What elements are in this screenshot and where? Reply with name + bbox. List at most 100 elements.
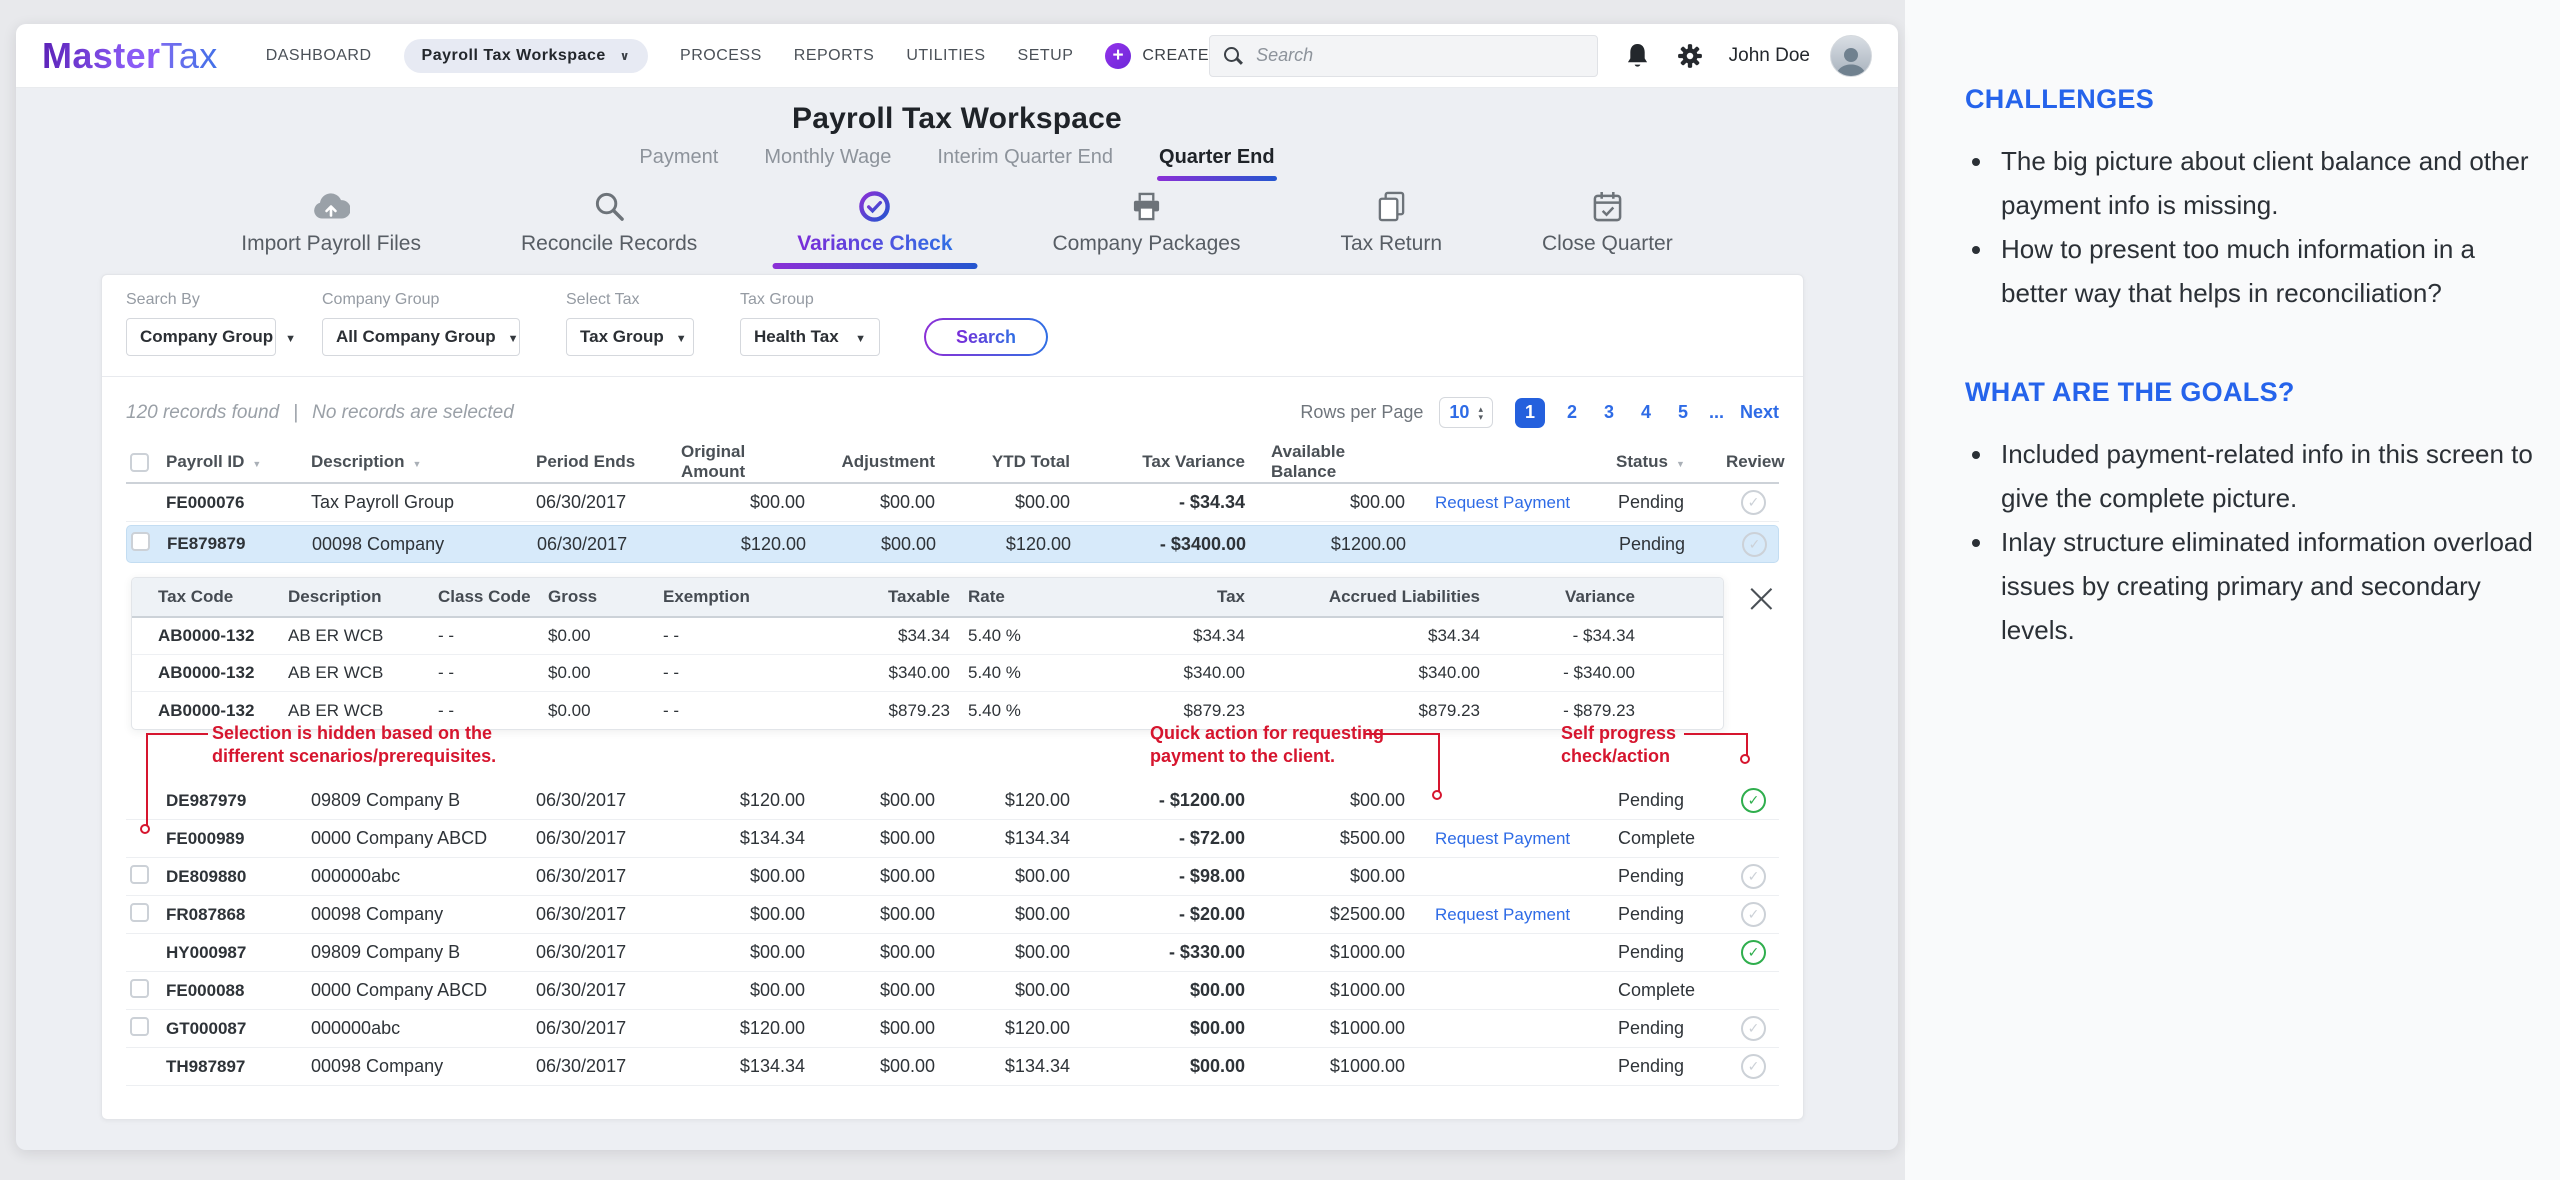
filter-icon[interactable]: [413, 452, 422, 472]
tab-quarter-end[interactable]: Quarter End: [1159, 146, 1275, 179]
create-button[interactable]: CREATE: [1105, 43, 1209, 69]
row-checkbox[interactable]: [130, 979, 149, 998]
bullet-item: Inlay structure eliminated information o…: [1995, 520, 2542, 652]
inlay-cell-exemption: - -: [663, 626, 803, 646]
nav-item-process[interactable]: PROCESS: [680, 47, 762, 65]
select-all-checkbox[interactable]: [130, 453, 149, 472]
cell-available-balance: $00.00: [1271, 866, 1431, 887]
workflow-step-import-payroll-files[interactable]: Import Payroll Files: [241, 188, 421, 260]
filter-icon[interactable]: [1676, 452, 1685, 472]
tab-monthly-wage[interactable]: Monthly Wage: [764, 146, 891, 179]
row-checkbox-cell: [126, 903, 166, 927]
cell-adjustment: $00.00: [831, 1056, 961, 1077]
request-payment-link[interactable]: Request Payment: [1431, 829, 1570, 848]
review-check-icon[interactable]: [1741, 902, 1766, 927]
review-check-icon[interactable]: [1741, 490, 1766, 515]
filter-value: Health Tax: [754, 327, 839, 347]
top-bar: MasterTax DASHBOARDPayroll Tax Workspace…: [16, 24, 1898, 88]
annotation-text: Quick action for requestingpayment to th…: [1150, 722, 1384, 768]
row-checkbox[interactable]: [131, 532, 150, 551]
request-payment-link[interactable]: Request Payment: [1431, 493, 1570, 512]
cell-status: Complete: [1616, 980, 1726, 1001]
review-check-icon[interactable]: [1741, 864, 1766, 889]
cell-status: Pending: [1616, 1056, 1726, 1077]
cell-status: Pending: [1616, 492, 1726, 513]
nav-item-dashboard[interactable]: DASHBOARD: [266, 47, 372, 65]
workflow-step-tax-return[interactable]: Tax Return: [1340, 188, 1442, 260]
workflow-step-close-quarter[interactable]: Close Quarter: [1542, 188, 1673, 260]
workspace-selector[interactable]: Payroll Tax Workspace: [404, 39, 648, 73]
search-input[interactable]: [1254, 44, 1583, 67]
rows-per-page-select[interactable]: 10: [1439, 397, 1493, 428]
dropdown-arrow-icon: [285, 327, 296, 347]
avatar[interactable]: [1830, 35, 1872, 77]
request-payment-link[interactable]: Request Payment: [1431, 905, 1570, 924]
cell-ytd-total: $134.34: [961, 828, 1096, 849]
cell-description: 0000 Company ABCD: [311, 980, 536, 1001]
cell-description: 00098 Company: [311, 1056, 536, 1077]
page-2[interactable]: 2: [1562, 402, 1582, 423]
inlay-table: Tax CodeDescriptionClass CodeGrossExempt…: [131, 577, 1724, 730]
workflow-step-company-packages[interactable]: Company Packages: [1053, 188, 1241, 260]
filter-dropdown-tax-group[interactable]: Health Tax: [740, 318, 880, 356]
bell-icon[interactable]: [1626, 42, 1649, 69]
inlay-col-variance: Variance: [1498, 587, 1653, 607]
review-check-icon[interactable]: [1741, 1054, 1766, 1079]
next-page-button[interactable]: Next: [1740, 402, 1779, 423]
cell-period-ends: 06/30/2017: [536, 980, 681, 1001]
filter-dropdown-company-group[interactable]: All Company Group: [322, 318, 520, 356]
inlay-cell-gross: $0.00: [548, 626, 663, 646]
workflow-step-label: Variance Check: [797, 232, 952, 256]
brand-primary: Master: [42, 35, 160, 76]
page-4[interactable]: 4: [1636, 402, 1656, 423]
cell-period-ends: 06/30/2017: [536, 942, 681, 963]
row-checkbox[interactable]: [130, 1017, 149, 1036]
page-1[interactable]: 1: [1515, 398, 1545, 428]
cell-original-amount: $134.34: [681, 828, 831, 849]
review-check-icon[interactable]: [1741, 1016, 1766, 1041]
cell-adjustment: $00.00: [831, 980, 961, 1001]
cell-period-ends: 06/30/2017: [536, 904, 681, 925]
annotation-connector: [1746, 733, 1748, 755]
cell-payroll-id: DE987979: [166, 791, 311, 811]
search-button[interactable]: Search: [924, 318, 1048, 356]
cell-period-ends: 06/30/2017: [536, 828, 681, 849]
section-title: WHAT ARE THE GOALS?: [1965, 377, 2542, 408]
cell-adjustment: $00.00: [831, 942, 961, 963]
filter-value: All Company Group: [336, 327, 496, 347]
cell-available-balance: $1000.00: [1271, 1056, 1431, 1077]
review-check-icon[interactable]: [1742, 532, 1767, 557]
table-row: FE0000880000 Company ABCD06/30/2017$00.0…: [126, 972, 1779, 1010]
row-checkbox-cell: [126, 865, 166, 889]
nav-item-utilities[interactable]: UTILITIES: [906, 47, 985, 65]
nav-item-reports[interactable]: REPORTS: [794, 47, 875, 65]
row-checkbox[interactable]: [130, 865, 149, 884]
filter-fields: Search ByCompany GroupCompany GroupAll C…: [126, 291, 880, 356]
page-5[interactable]: 5: [1673, 402, 1693, 423]
review-check-icon-done[interactable]: [1741, 788, 1766, 813]
workflow-step-variance-check[interactable]: Variance Check: [797, 188, 952, 260]
inlay-col-rate: Rate: [968, 587, 1083, 607]
tab-interim-quarter-end[interactable]: Interim Quarter End: [937, 146, 1113, 179]
workflow-step-reconcile-records[interactable]: Reconcile Records: [521, 188, 697, 260]
filter-icon[interactable]: [252, 452, 261, 472]
gear-icon[interactable]: [1677, 43, 1703, 69]
workflow-step-label: Import Payroll Files: [241, 232, 421, 256]
bullet-item: Included payment-related info in this sc…: [1995, 432, 2542, 520]
cell-status: Pending: [1616, 904, 1726, 925]
page-3[interactable]: 3: [1599, 402, 1619, 423]
review-check-icon-done[interactable]: [1741, 940, 1766, 965]
row-checkbox[interactable]: [130, 903, 149, 922]
global-search[interactable]: [1209, 35, 1598, 77]
cell-status: Pending: [1617, 534, 1727, 555]
filter-dropdown-search-by[interactable]: Company Group: [126, 318, 276, 356]
nav-item-setup[interactable]: SETUP: [1018, 47, 1074, 65]
tab-payment[interactable]: Payment: [639, 146, 718, 179]
col-status: Status: [1616, 452, 1726, 472]
inlay-cell-taxable: $879.23: [803, 701, 968, 721]
close-icon[interactable]: [1744, 583, 1779, 617]
cell-tax-variance: - $72.00: [1096, 828, 1271, 849]
col-payroll-id: Payroll ID: [166, 452, 311, 472]
cell-status: Pending: [1616, 790, 1726, 811]
filter-dropdown-select-tax[interactable]: Tax Group: [566, 318, 694, 356]
